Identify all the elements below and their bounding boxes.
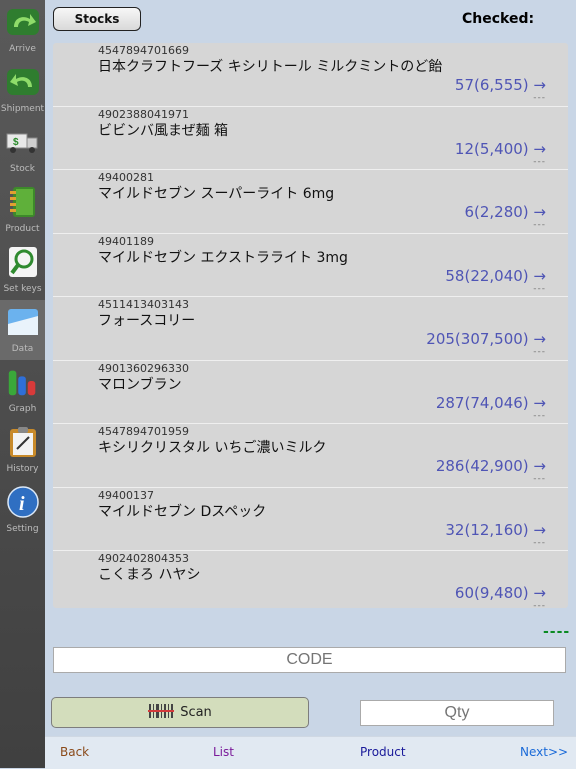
sidebar-item-label: History	[6, 464, 39, 474]
list-link[interactable]: List	[213, 745, 234, 759]
checked-count: ---	[533, 410, 546, 421]
product-name: キシリクリスタル いちご濃いミルク	[98, 440, 327, 456]
product-quantity: 287(74,046) →	[435, 393, 546, 412]
sidebar-item-label: Product	[5, 224, 40, 234]
product-quantity: 12(5,400) →	[454, 139, 546, 158]
list-item[interactable]: 49400137 マイルドセブン Dスペック 32(12,160) → ---	[53, 488, 568, 551]
product-name: ビビンバ風まぜ麺 箱	[98, 122, 229, 139]
checked-count: ---	[533, 601, 546, 608]
truck-icon: $	[5, 124, 41, 160]
scan-button[interactable]: Scan	[51, 697, 309, 728]
sidebar: Arrive Shipment $ Stock Product Set keys…	[0, 0, 45, 768]
list-item[interactable]: 4547894701669 日本クラフトフーズ キシリトール ミルクミントのど飴…	[53, 43, 568, 107]
list-item[interactable]: 49400281 マイルドセブン スーパーライト 6mg 6(2,280) → …	[53, 170, 568, 234]
product-name: マイルドセブン エクストラライト 3mg	[98, 249, 348, 266]
shipment-arrow-icon	[5, 64, 41, 100]
sidebar-item-label: Set keys	[3, 284, 42, 294]
code-input[interactable]	[53, 647, 566, 673]
bottom-navigation: Back List Product Next>>	[45, 736, 576, 769]
arrive-arrow-icon	[5, 4, 41, 40]
sidebar-item-shipment[interactable]: Shipment	[0, 60, 45, 120]
list-item[interactable]: 4547894701959 キシリクリスタル いちご濃いミルク 286(42,9…	[53, 424, 568, 488]
sidebar-item-label: Stock	[10, 164, 35, 174]
checked-status: ----	[543, 624, 571, 640]
product-link[interactable]: Product	[360, 745, 406, 759]
product-quantity: 32(12,160) →	[445, 520, 546, 539]
product-quantity: 57(6,555) →	[454, 76, 546, 94]
sidebar-item-label: Arrive	[9, 44, 36, 54]
svg-text:i: i	[19, 493, 25, 515]
checked-label: Checked:	[462, 11, 535, 27]
svg-text:$: $	[13, 137, 19, 148]
checked-count: ---	[533, 93, 546, 103]
sidebar-item-product[interactable]: Product	[0, 180, 45, 240]
scan-label: Scan	[180, 705, 212, 720]
sidebar-item-data[interactable]: Data	[0, 300, 45, 360]
checked-count: ---	[533, 537, 546, 548]
product-quantity: 6(2,280) →	[464, 203, 546, 221]
product-name: マロンブラン	[98, 376, 182, 393]
product-list[interactable]: 4547894701669 日本クラフトフーズ キシリトール ミルクミントのど飴…	[53, 43, 568, 608]
sidebar-item-label: Setting	[6, 524, 39, 534]
checked-count: ---	[533, 347, 546, 357]
product-name: マイルドセブン スーパーライト 6mg	[98, 186, 335, 202]
sidebar-item-label: Shipment	[0, 104, 45, 114]
product-name: マイルドセブン Dスペック	[98, 503, 267, 520]
list-item[interactable]: 49401189 マイルドセブン エクストラライト 3mg 58(22,040)…	[53, 234, 568, 297]
checked-count: ---	[533, 156, 546, 167]
product-name: フォースコリー	[98, 313, 196, 329]
sidebar-item-arrive[interactable]: Arrive	[0, 0, 45, 60]
notebook-icon	[5, 184, 41, 220]
checked-count: ---	[533, 220, 546, 230]
quantity-input[interactable]	[360, 700, 554, 726]
sidebar-item-stock[interactable]: $ Stock	[0, 120, 45, 180]
sidebar-item-label: Graph	[8, 404, 37, 414]
magnifier-icon	[5, 244, 41, 280]
data-panel-icon	[5, 304, 41, 340]
back-link[interactable]: Back	[60, 745, 89, 759]
checked-count: ---	[533, 474, 546, 484]
list-item[interactable]: 4902388041971 ビビンバ風まぜ麺 箱 12(5,400) → ---	[53, 107, 568, 170]
barcode-icon	[148, 703, 175, 723]
sidebar-item-history[interactable]: History	[0, 420, 45, 480]
product-quantity: 205(307,500) →	[426, 330, 546, 348]
product-name: こくまろ ハヤシ	[98, 567, 201, 583]
list-item[interactable]: 4901360296330 マロンブラン 287(74,046) → ---	[53, 361, 568, 424]
list-item[interactable]: 4511413403143 フォースコリー 205(307,500) → ---	[53, 297, 568, 361]
bar-graph-icon	[5, 364, 41, 400]
sidebar-item-label: Data	[11, 344, 34, 354]
list-item[interactable]: 4902402804353 こくまろ ハヤシ 60(9,480) → ---	[53, 551, 568, 608]
checked-count: ---	[533, 283, 546, 294]
product-quantity: 60(9,480) →	[454, 584, 546, 602]
next-link[interactable]: Next>>	[520, 745, 568, 759]
info-icon: i	[5, 484, 41, 520]
product-name: 日本クラフトフーズ キシリトール ミルクミントのど飴	[98, 59, 443, 75]
sidebar-item-setting[interactable]: i Setting	[0, 480, 45, 540]
sidebar-item-set-keys[interactable]: Set keys	[0, 240, 45, 300]
stocks-button[interactable]: Stocks	[53, 7, 141, 31]
product-quantity: 286(42,900) →	[435, 457, 546, 475]
sidebar-item-graph[interactable]: Graph	[0, 360, 45, 420]
product-quantity: 58(22,040) →	[445, 266, 546, 285]
clipboard-icon	[5, 424, 41, 460]
